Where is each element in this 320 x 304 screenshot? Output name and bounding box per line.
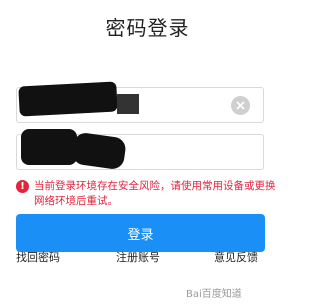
redacted-scribble — [71, 131, 127, 171]
page-title: 密码登录 — [105, 16, 190, 40]
security-warning: ! 当前登录环境存在安全风险，请使用常用设备或更换网络环境后重试。 — [16, 179, 276, 209]
clear-icon[interactable] — [231, 96, 250, 115]
warning-text: 当前登录环境存在安全风险，请使用常用设备或更换网络环境后重试。 — [34, 180, 276, 207]
watermark: Bai百度知道 — [186, 289, 242, 300]
register-link[interactable]: 注册账号 — [116, 249, 160, 265]
warning-icon: ! — [16, 180, 29, 193]
redacted-scribble — [18, 81, 118, 117]
close-icon — [236, 101, 245, 110]
password-field[interactable] — [16, 129, 264, 171]
login-button[interactable]: 登录 — [16, 214, 265, 252]
feedback-link[interactable]: 意见反馈 — [214, 249, 258, 265]
redacted-scribble — [21, 129, 77, 165]
redacted-scribble — [117, 94, 139, 114]
find-password-link[interactable]: 找回密码 — [16, 249, 60, 265]
username-field[interactable] — [16, 81, 264, 123]
